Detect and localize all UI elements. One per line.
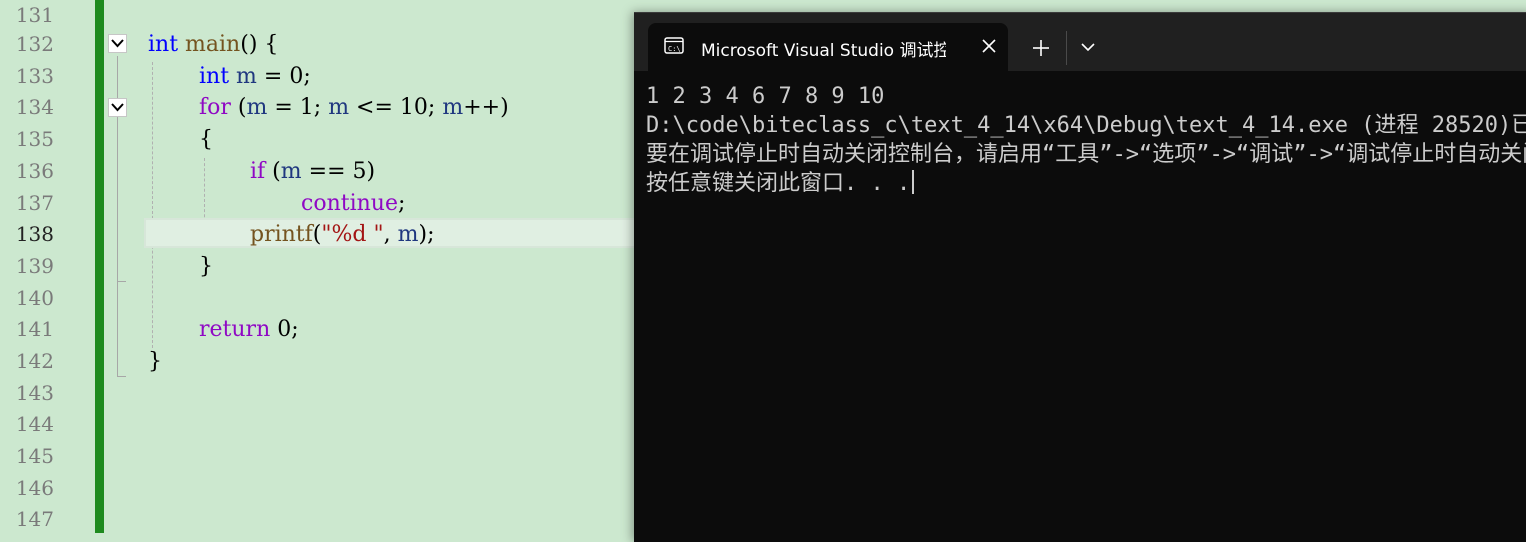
text-cursor bbox=[912, 170, 915, 194]
code-text: } bbox=[199, 254, 213, 279]
code-line-141[interactable]: return 0; bbox=[199, 314, 299, 346]
close-icon[interactable] bbox=[980, 37, 998, 55]
console-line: D:\code\biteclass_c\text_4_14\x64\Debug\… bbox=[646, 113, 1526, 138]
console-tab-bar: C:\ Microsoft Visual Studio 调试控制台 bbox=[634, 12, 1526, 71]
code-text: ( bbox=[265, 159, 281, 184]
variable: m bbox=[236, 64, 257, 89]
change-tracking-bar bbox=[95, 0, 104, 533]
code-line-142[interactable]: } bbox=[148, 346, 162, 378]
line-number: 147 bbox=[15, 507, 54, 531]
line-number: 136 bbox=[15, 159, 54, 183]
line-number: 131 bbox=[15, 3, 54, 27]
variable: m bbox=[246, 95, 268, 120]
code-line-134[interactable]: for (m = 1; m <= 10; m++) bbox=[199, 92, 509, 124]
line-number: 144 bbox=[15, 412, 54, 436]
indent-guide bbox=[152, 62, 153, 348]
line-number-gutter: 131 132 133 134 135 136 137 138 139 140 … bbox=[0, 0, 95, 533]
code-text: ; bbox=[397, 191, 406, 216]
code-line-133[interactable]: int m = 0; bbox=[199, 61, 311, 93]
keyword: continue bbox=[301, 191, 398, 216]
fold-end-marker bbox=[117, 376, 126, 377]
line-number: 133 bbox=[15, 64, 54, 88]
code-text: ( bbox=[230, 95, 247, 120]
code-line-135[interactable]: { bbox=[199, 124, 213, 156]
line-number: 137 bbox=[15, 191, 54, 215]
code-line-137[interactable]: continue; bbox=[301, 188, 405, 220]
console-tab[interactable]: C:\ Microsoft Visual Studio 调试控制台 bbox=[648, 23, 1008, 71]
line-number: 139 bbox=[15, 254, 54, 278]
line-number: 135 bbox=[15, 127, 54, 151]
console-line: 要在调试停止时自动关闭控制台，请启用“工具”->“选项”->“调试”->“调试停… bbox=[646, 142, 1526, 167]
tab-title: Microsoft Visual Studio 调试控制台 bbox=[701, 41, 946, 61]
collapse-main-icon[interactable] bbox=[108, 34, 127, 53]
code-text: 0; bbox=[270, 317, 299, 342]
keyword: for bbox=[199, 95, 231, 120]
code-text: } bbox=[148, 349, 162, 374]
collapse-for-icon[interactable] bbox=[108, 98, 127, 117]
line-number: 140 bbox=[15, 286, 54, 310]
plus-icon[interactable] bbox=[1029, 36, 1053, 60]
line-number: 146 bbox=[15, 476, 54, 500]
console-prompt-line: 按任意键关闭此窗口. . . bbox=[646, 169, 1526, 198]
svg-text:C:\: C:\ bbox=[668, 45, 681, 53]
variable: m bbox=[397, 222, 419, 247]
debug-console-window[interactable]: C:\ Microsoft Visual Studio 调试控制台 1 2 3 … bbox=[634, 12, 1526, 542]
line-number: 143 bbox=[15, 381, 54, 405]
line-number: 132 bbox=[15, 32, 54, 56]
code-line-136[interactable]: if (m == 5) bbox=[250, 156, 375, 188]
tab-separator bbox=[1066, 31, 1067, 65]
fold-end-marker bbox=[117, 281, 126, 282]
code-line-138[interactable]: printf("%d ", m); bbox=[250, 219, 434, 251]
code-line-139[interactable]: } bbox=[199, 251, 213, 283]
line-number: 145 bbox=[15, 444, 54, 468]
code-text: = 0; bbox=[256, 64, 311, 89]
code-text: ); bbox=[418, 222, 435, 247]
console-output: 1 2 3 4 6 7 8 9 10 D:\code\biteclass_c\t… bbox=[646, 82, 1526, 198]
current-line-number: 138 bbox=[15, 222, 54, 246]
code-text: = 1; bbox=[267, 95, 329, 120]
variable: m bbox=[280, 159, 302, 184]
line-number: 142 bbox=[15, 349, 54, 373]
terminal-icon: C:\ bbox=[664, 37, 684, 54]
code-text: ++) bbox=[463, 95, 509, 120]
console-line: 1 2 3 4 6 7 8 9 10 bbox=[646, 84, 885, 109]
variable: m bbox=[442, 95, 464, 120]
keyword: int bbox=[148, 32, 179, 57]
code-line-132[interactable]: int main() { bbox=[148, 29, 278, 61]
function-name: printf bbox=[250, 222, 313, 247]
code-text: { bbox=[199, 127, 213, 152]
keyword: int bbox=[199, 64, 230, 89]
keyword: return bbox=[199, 317, 271, 342]
console-line: 按任意键关闭此窗口. . . bbox=[646, 171, 911, 196]
code-text: , bbox=[383, 222, 398, 247]
variable: m bbox=[328, 95, 350, 120]
code-text: <= 10; bbox=[349, 95, 443, 120]
code-text: == 5) bbox=[301, 159, 376, 184]
code-text: () { bbox=[240, 32, 279, 57]
chevron-down-icon[interactable] bbox=[1079, 38, 1097, 56]
string-literal: "%d " bbox=[321, 222, 384, 247]
line-number: 134 bbox=[15, 95, 54, 119]
function-name: main bbox=[185, 32, 241, 57]
keyword: if bbox=[250, 159, 266, 184]
line-number: 141 bbox=[15, 317, 54, 341]
